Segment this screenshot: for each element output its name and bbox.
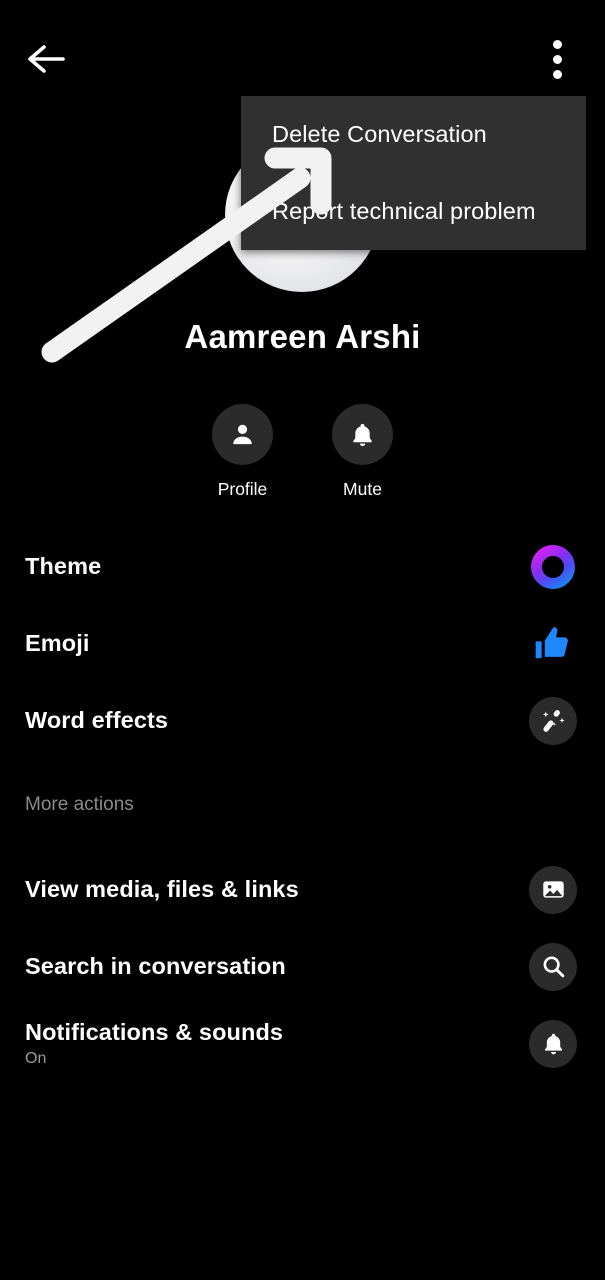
row-theme[interactable]: Theme (0, 528, 605, 605)
more-vertical-icon (552, 54, 562, 64)
row-emoji[interactable]: Emoji (0, 605, 605, 682)
page-title: Aamreen Arshi (184, 318, 421, 355)
row-texts: Notifications & sounds On (25, 1019, 283, 1068)
image-icon (542, 881, 564, 898)
menu-item-label: Report technical problem (272, 198, 536, 224)
quick-actions: Profile Mute (0, 404, 605, 500)
word-effects-icon-wrap (529, 696, 577, 745)
row-texts: Emoji (25, 630, 89, 657)
bell-icon (353, 423, 372, 446)
row-texts: View media, files & links (25, 876, 299, 903)
row-title: Word effects (25, 706, 169, 733)
row-search-conversation[interactable]: Search in conversation (0, 928, 605, 1005)
row-word-effects[interactable]: Word effects (0, 682, 605, 759)
settings-list: Theme Emoji Word effects More actions Vi… (0, 528, 605, 1082)
quick-action-profile[interactable]: Profile (212, 404, 273, 500)
quick-action-mute[interactable]: Mute (332, 404, 393, 500)
row-title: Emoji (25, 629, 90, 656)
search-icon (543, 956, 564, 978)
thumbs-up-icon (535, 626, 568, 658)
theme-icon-wrap (529, 543, 577, 591)
search-icon-wrap (529, 942, 577, 991)
view-media-icon-wrap (529, 865, 577, 914)
emoji-icon-wrap (529, 620, 577, 668)
row-view-media[interactable]: View media, files & links (0, 851, 605, 928)
bell-icon (544, 1033, 562, 1054)
quick-action-label: Mute (343, 479, 382, 499)
row-title: Notifications & sounds (25, 1018, 284, 1045)
row-texts: Search in conversation (25, 953, 286, 980)
row-notifications-sounds[interactable]: Notifications & sounds On (0, 1005, 605, 1082)
magic-wand-icon (542, 710, 565, 732)
row-title: Theme (25, 552, 102, 579)
section-label-more-actions: More actions (25, 794, 134, 815)
arrow-left-icon (28, 45, 65, 73)
more-vertical-icon (552, 39, 562, 49)
back-button[interactable] (18, 31, 74, 87)
row-title: View media, files & links (25, 875, 299, 902)
row-texts: Theme (25, 553, 101, 580)
row-title: Search in conversation (25, 952, 286, 979)
mute-icon-circle (332, 404, 393, 465)
overflow-menu-button[interactable] (539, 31, 575, 87)
row-texts: Word effects (25, 707, 168, 734)
theme-ring-icon (531, 544, 575, 589)
menu-item-report-technical-problem[interactable]: Report technical problem (241, 173, 586, 250)
more-vertical-icon (552, 69, 562, 79)
row-subtitle: On (25, 1050, 47, 1067)
overflow-popup-menu: Delete Conversation Report technical pro… (241, 96, 586, 250)
menu-item-delete-conversation[interactable]: Delete Conversation (241, 96, 586, 173)
profile-icon-circle (212, 404, 273, 465)
menu-item-label: Delete Conversation (272, 121, 487, 147)
person-icon (233, 424, 252, 445)
quick-action-label: Profile (217, 479, 268, 499)
notifications-icon-wrap (529, 1019, 577, 1068)
